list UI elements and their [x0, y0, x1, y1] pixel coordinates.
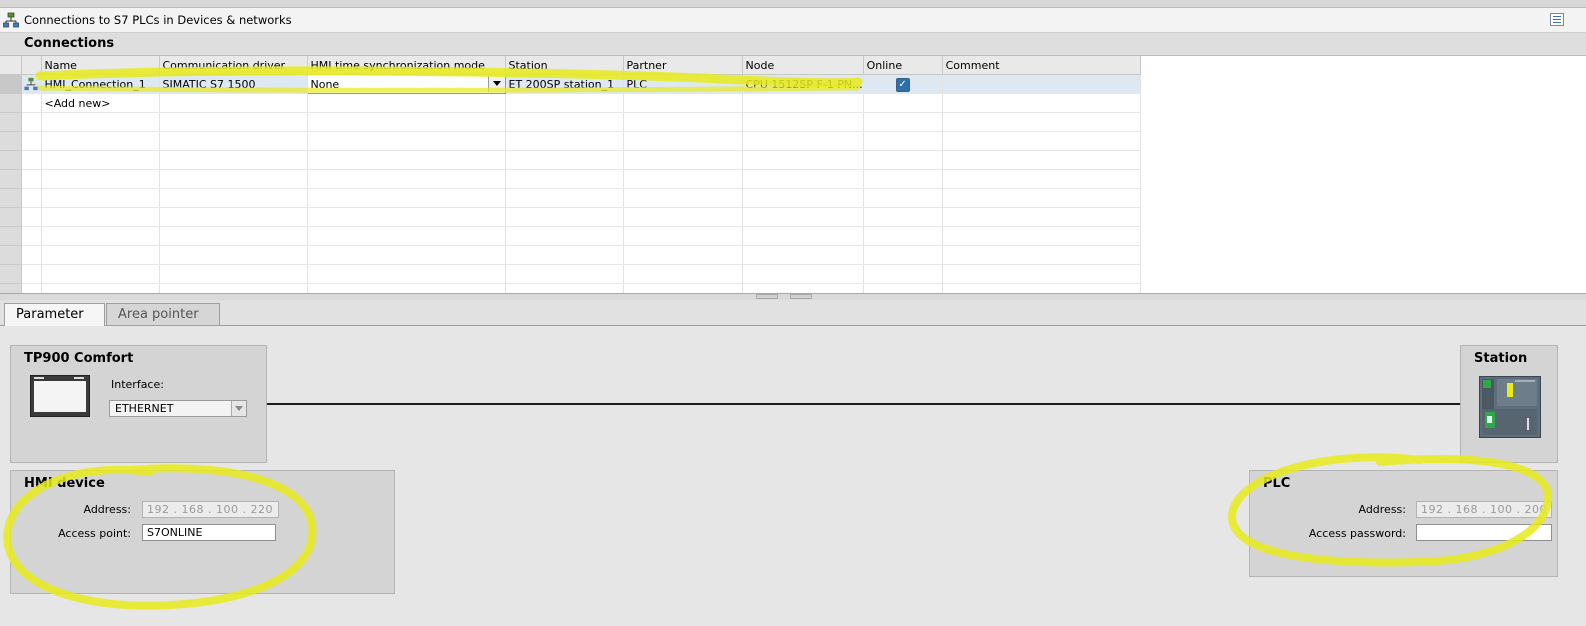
- station-box: Station: [1460, 345, 1558, 463]
- row-header-corner: [0, 56, 22, 75]
- hmi-settings-title: HMI device: [24, 476, 105, 491]
- connections-title: Connections: [24, 36, 115, 51]
- chevron-down-icon[interactable]: [487, 75, 504, 92]
- connection-icon: [3, 12, 19, 28]
- hmi-settings-box: HMI device Address: 192 . 168 . 100 . 22…: [10, 470, 395, 594]
- row-header[interactable]: [0, 74, 22, 94]
- row-icon-cell: [21, 93, 42, 113]
- table-row[interactable]: HMI_Connection_1 SIMATIC S7 1500 None ET…: [0, 74, 1141, 94]
- table-row[interactable]: <Add new>: [0, 93, 1141, 113]
- connections-header: Connections: [0, 33, 1586, 54]
- connections-table: Name Communication driver HMI time synch…: [0, 55, 1586, 303]
- table-row: [0, 150, 1141, 170]
- access-password-label: Access password:: [1308, 527, 1406, 540]
- collapse-up-icon[interactable]: [756, 294, 778, 299]
- sync-mode-select[interactable]: None: [306, 74, 506, 94]
- access-point-input[interactable]: S7ONLINE: [142, 524, 276, 541]
- table-row: [0, 112, 1141, 132]
- hmi-panel-image: [30, 375, 90, 417]
- cell-online[interactable]: ✓: [863, 74, 943, 94]
- table-header-row: Name Communication driver HMI time synch…: [0, 56, 1141, 75]
- access-point-label: Access point:: [58, 527, 131, 540]
- chevron-down-icon[interactable]: [231, 401, 246, 416]
- collapse-down-icon[interactable]: [790, 294, 812, 299]
- pane-splitter[interactable]: [0, 293, 1586, 300]
- plc-settings-title: PLC: [1263, 476, 1291, 491]
- hmi-device-box: TP900 Comfort Interface: ETHERNET: [10, 345, 267, 463]
- editor-title: Connections to S7 PLCs in Devices & netw…: [24, 13, 292, 27]
- hmi-device-title: TP900 Comfort: [24, 351, 134, 366]
- column-header-station[interactable]: Station: [505, 56, 624, 75]
- inspector-tab-bar: Parameter Area pointer: [0, 300, 1586, 326]
- column-header-driver[interactable]: Communication driver: [159, 56, 308, 75]
- column-header-comment[interactable]: Comment: [942, 56, 1141, 75]
- window-top-strip: [0, 0, 1586, 8]
- cell-driver[interactable]: SIMATIC S7 1500: [159, 74, 308, 94]
- table-row: [0, 169, 1141, 189]
- plc-station-image: [1479, 376, 1541, 438]
- interface-value: ETHERNET: [115, 402, 174, 415]
- table-row: [0, 188, 1141, 208]
- hmi-address-field: 192 . 168 . 100 . 220: [142, 501, 279, 518]
- row-icon-cell: [21, 74, 42, 94]
- table-row: [0, 131, 1141, 151]
- interface-label: Interface:: [111, 378, 164, 391]
- online-checkbox[interactable]: ✓: [895, 77, 910, 92]
- editor-title-bar: Connections to S7 PLCs in Devices & netw…: [0, 8, 1586, 33]
- plc-settings-box: PLC Address: 192 . 168 . 100 . 200 Acces…: [1249, 470, 1558, 577]
- row-header[interactable]: [0, 93, 22, 113]
- network-connection-line: [267, 403, 1460, 405]
- row-connection-icon: [24, 77, 38, 91]
- column-header-sync-mode[interactable]: HMI time synchronization mode: [307, 56, 506, 75]
- table-row: [0, 226, 1141, 246]
- hmi-address-label: Address:: [83, 503, 131, 516]
- cell-station[interactable]: ET 200SP station_1: [505, 74, 624, 94]
- editor-toggle-icon[interactable]: [1550, 13, 1564, 26]
- tab-area-pointer[interactable]: Area pointer: [106, 303, 220, 325]
- table-row: [0, 207, 1141, 227]
- cell-name[interactable]: HMI_Connection_1: [41, 74, 160, 94]
- cell-node[interactable]: CPU 1512SP F-1 PN...: [742, 74, 864, 94]
- column-header-name[interactable]: Name: [41, 56, 160, 75]
- plc-address-field: 192 . 168 . 100 . 200: [1416, 501, 1552, 518]
- access-password-input[interactable]: [1416, 524, 1552, 541]
- column-header-node[interactable]: Node: [742, 56, 864, 75]
- cell-partner[interactable]: PLC: [623, 74, 743, 94]
- interface-select[interactable]: ETHERNET: [109, 400, 247, 417]
- cell-comment[interactable]: [942, 74, 1141, 94]
- column-header-partner[interactable]: Partner: [623, 56, 743, 75]
- table-row: [0, 264, 1141, 284]
- plc-address-label: Address:: [1358, 503, 1406, 516]
- station-title: Station: [1474, 351, 1528, 366]
- sync-mode-value: None: [310, 77, 340, 91]
- add-new-cell[interactable]: <Add new>: [41, 93, 160, 113]
- column-header-online[interactable]: Online: [863, 56, 943, 75]
- icon-column-header: [21, 56, 42, 75]
- tab-parameter[interactable]: Parameter: [4, 303, 105, 326]
- table-row: [0, 245, 1141, 265]
